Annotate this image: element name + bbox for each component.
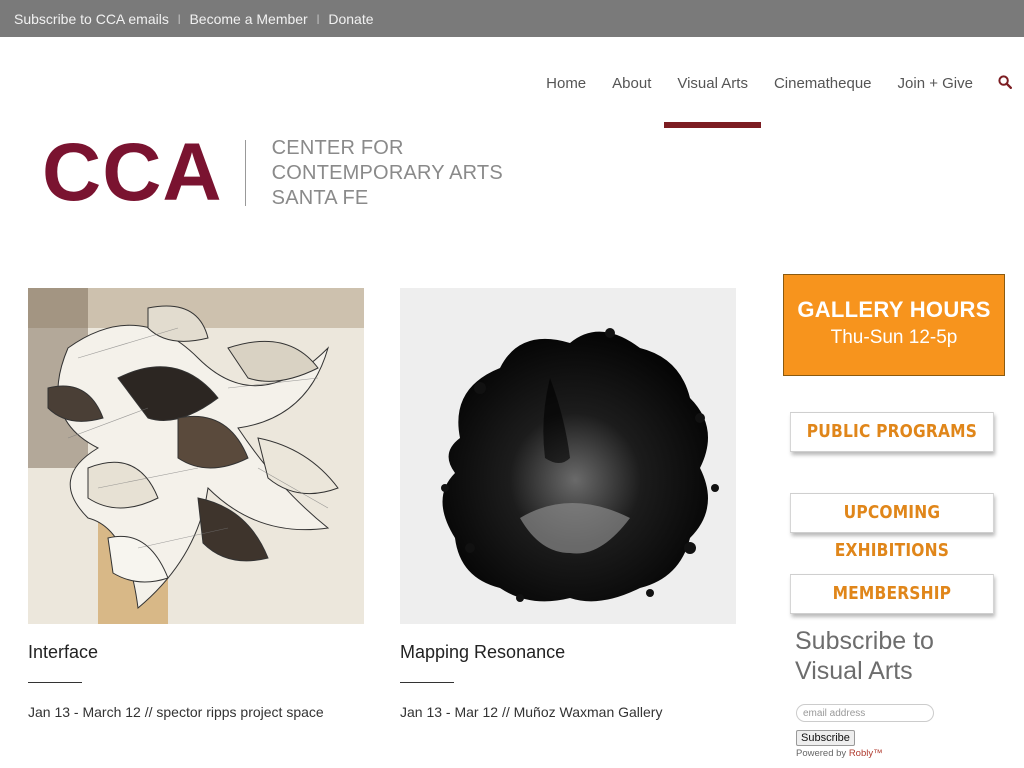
logo-line-2: CONTEMPORARY ARTS: [271, 161, 503, 184]
subscribe-heading-line-1: Subscribe to: [795, 627, 934, 655]
exhibition-card: Mapping Resonance Jan 13 - Mar 12 // Muñ…: [400, 288, 736, 720]
become-member-link[interactable]: Become a Member: [189, 11, 307, 27]
logo-wordmark: CENTER FOR CONTEMPORARY ARTS SANTA FE: [272, 136, 503, 211]
site-logo[interactable]: CCA CENTER FOR CONTEMPORARY ARTS SANTA F…: [42, 130, 503, 216]
nav-item-home[interactable]: Home: [533, 60, 599, 128]
search-icon: [998, 75, 1012, 89]
gallery-hours-value: Thu-Sun 12-5p: [830, 327, 958, 348]
logo-line-1: CENTER FOR: [271, 136, 404, 159]
exhibition-image-interface[interactable]: [28, 288, 364, 624]
exhibition-image-mapping-resonance[interactable]: [400, 288, 736, 624]
subscribe-button[interactable]: Subscribe: [796, 730, 855, 746]
membership-button[interactable]: MEMBERSHIP: [790, 574, 994, 614]
subscribe-heading-line-2: Visual Arts: [795, 657, 913, 685]
nav-item-join-give[interactable]: Join + Give: [885, 60, 986, 128]
public-programs-button[interactable]: PUBLIC PROGRAMS: [790, 412, 994, 452]
exhibition-card: Interface Jan 13 - March 12 // spector r…: [28, 288, 364, 720]
nav-item-cinematheque[interactable]: Cinematheque: [761, 60, 885, 128]
utility-bar: Subscribe to CCA emails | Become a Membe…: [0, 0, 1024, 37]
logo-mark: CCA: [42, 127, 223, 218]
logo-line-3: SANTA FE: [271, 186, 369, 209]
exhibition-dates: Jan 13 - Mar 12 // Muñoz Waxman Gallery: [400, 704, 663, 720]
utility-links: Subscribe to CCA emails | Become a Membe…: [14, 11, 374, 27]
logo-divider: [244, 140, 246, 206]
subscribe-emails-link[interactable]: Subscribe to CCA emails: [14, 11, 169, 27]
search-button[interactable]: [986, 60, 1024, 128]
subscribe-heading: Subscribe to Visual Arts: [795, 626, 1015, 686]
powered-by: Powered by Robly™: [796, 748, 883, 759]
title-divider: [28, 682, 82, 683]
upcoming-exhibitions-button[interactable]: UPCOMING EXHIBITIONS: [790, 493, 994, 561]
separator: |: [177, 14, 181, 25]
separator: |: [316, 14, 320, 25]
gallery-hours-title: GALLERY HOURS: [797, 297, 991, 322]
exhibition-title[interactable]: Interface: [28, 642, 364, 663]
main-nav: Home About Visual Arts Cinematheque Join…: [533, 60, 1024, 128]
title-divider: [400, 682, 454, 683]
nav-item-visual-arts[interactable]: Visual Arts: [664, 60, 761, 128]
gallery-hours-box: GALLERY HOURS Thu-Sun 12-5p: [783, 274, 1005, 376]
donate-link[interactable]: Donate: [328, 11, 373, 27]
powered-by-prefix: Powered by: [796, 748, 849, 759]
exhibition-title[interactable]: Mapping Resonance: [400, 642, 736, 663]
robly-link[interactable]: Robly™: [849, 748, 883, 759]
nav-item-about[interactable]: About: [599, 60, 664, 128]
email-field[interactable]: [796, 704, 934, 722]
exhibition-dates: Jan 13 - March 12 // spector ripps proje…: [28, 704, 324, 720]
